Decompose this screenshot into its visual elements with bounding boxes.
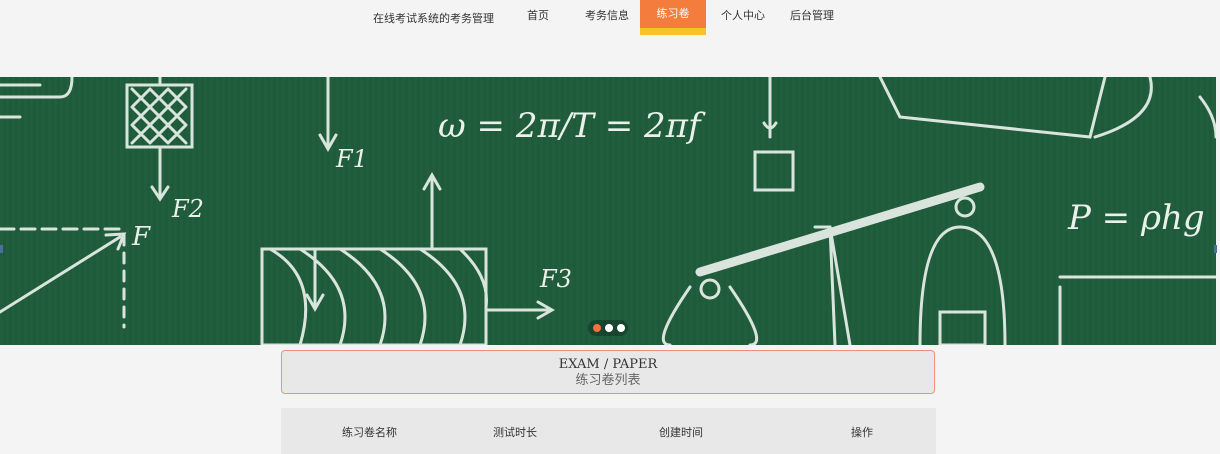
- section-title-cn: 练习卷列表: [575, 373, 641, 388]
- nav-item-practice-papers[interactable]: 练习卷: [640, 0, 706, 35]
- top-nav: 在线考试系统的考务管理 首页 考务信息 练习卷 个人中心 后台管理: [0, 0, 1220, 77]
- formula-f3-text: F3: [539, 265, 572, 293]
- formula-f1-text: F1: [335, 145, 368, 173]
- chalkboard-illustration: ω = 2π/T = 2πf P = ρhg F1 F2 F3 F: [0, 77, 1216, 345]
- formula-f2-text: F2: [171, 195, 204, 223]
- carousel-next-handle[interactable]: [1214, 245, 1217, 253]
- carousel-dot-1[interactable]: [593, 324, 601, 332]
- nav-item-home[interactable]: 首页: [527, 7, 549, 23]
- carousel-prev-handle[interactable]: [0, 245, 3, 253]
- carousel-indicators: [588, 320, 628, 336]
- formula-f-text: F: [131, 222, 151, 252]
- column-header-paper-name: 练习卷名称: [342, 426, 397, 439]
- nav-item-exam-info[interactable]: 考务信息: [585, 7, 629, 23]
- formula-omega-text: ω = 2π/T = 2πf: [438, 106, 706, 146]
- banner-carousel[interactable]: ω = 2π/T = 2πf P = ρhg F1 F2 F3 F: [0, 77, 1216, 345]
- section-header: EXAM / PAPER 练习卷列表: [281, 350, 935, 394]
- section-title-en: EXAM / PAPER: [558, 357, 658, 372]
- column-header-created-time: 创建时间: [659, 426, 703, 439]
- carousel-dot-2[interactable]: [605, 324, 613, 332]
- formula-pressure-text: P = ρhg: [1067, 198, 1205, 238]
- nav-item-personal-center[interactable]: 个人中心: [721, 7, 765, 23]
- site-title: 在线考试系统的考务管理: [373, 12, 494, 25]
- column-header-actions: 操作: [851, 426, 873, 439]
- column-header-duration: 测试时长: [493, 426, 537, 439]
- carousel-dot-3[interactable]: [617, 324, 625, 332]
- table-header: 练习卷名称 测试时长 创建时间 操作: [281, 408, 936, 454]
- nav-item-admin[interactable]: 后台管理: [790, 7, 834, 23]
